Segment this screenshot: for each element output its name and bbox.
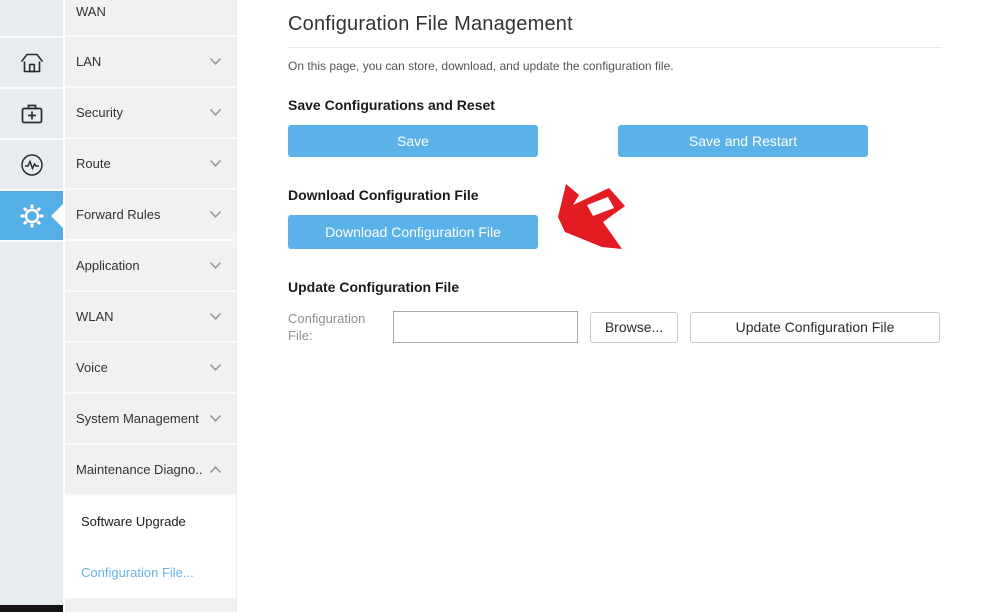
sidebar-item-label: Application <box>76 258 209 273</box>
sidebar-menu: WAN LAN Security Route Forward Rules App… <box>65 0 237 612</box>
save-buttons-row: Save Save and Restart <box>288 125 942 157</box>
rail-item-settings[interactable] <box>0 189 63 240</box>
chevron-down-icon <box>209 57 222 66</box>
download-configuration-file-button[interactable]: Download Configuration File <box>288 215 538 249</box>
sidebar-item-maintenance-diagnose[interactable]: Maintenance Diagno.. <box>65 445 236 496</box>
chevron-down-icon <box>209 363 222 372</box>
diagnose-gauge-icon <box>19 152 45 178</box>
sidebar-item-label: System Management <box>76 411 209 426</box>
sidebar-item-security[interactable]: Security <box>65 88 236 139</box>
button-gap <box>538 125 618 157</box>
rail-filler <box>0 240 63 603</box>
sidebar-subitem-software-upgrade[interactable]: Software Upgrade <box>65 496 236 547</box>
update-section-heading: Update Configuration File <box>288 279 942 295</box>
settings-gear-icon <box>19 203 45 229</box>
rail-bottom-black-bar <box>0 605 63 612</box>
configuration-file-input[interactable] <box>393 311 578 343</box>
selected-notch-triangle <box>51 204 63 228</box>
browse-button[interactable]: Browse... <box>590 312 678 343</box>
submenu-item-label: Configuration File... <box>81 565 194 580</box>
first-aid-kit-icon <box>19 102 45 126</box>
sidebar-item-forward-rules[interactable]: Forward Rules <box>65 190 236 241</box>
rail-top-spacer <box>0 0 63 36</box>
chevron-down-icon <box>209 312 222 321</box>
rail-item-diagnose-kit[interactable] <box>0 87 63 138</box>
sidebar-item-route[interactable]: Route <box>65 139 236 190</box>
sidebar-item-lan[interactable]: LAN <box>65 37 236 88</box>
sidebar-item-system-management[interactable]: System Management <box>65 394 236 445</box>
icon-rail <box>0 0 63 612</box>
page-title: Configuration File Management <box>288 13 942 36</box>
save-button[interactable]: Save <box>288 125 538 157</box>
sidebar-subitem-configuration-file[interactable]: Configuration File... <box>65 547 236 598</box>
chevron-down-icon <box>209 159 222 168</box>
router-admin-screen: WAN LAN Security Route Forward Rules App… <box>0 0 1000 612</box>
sidebar-item-voice[interactable]: Voice <box>65 343 236 394</box>
main-content: Configuration File Management On this pa… <box>237 0 1000 612</box>
chevron-down-icon <box>209 414 222 423</box>
rail-item-status-gauge[interactable] <box>0 138 63 189</box>
sidebar-item-application[interactable]: Application <box>65 241 236 292</box>
rail-item-home[interactable] <box>0 36 63 87</box>
page-description: On this page, you can store, download, a… <box>288 59 942 73</box>
save-section-heading: Save Configurations and Reset <box>288 97 942 113</box>
sidebar-item-label: Voice <box>76 360 209 375</box>
sidebar-item-label: Maintenance Diagno.. <box>76 462 209 477</box>
sidebar-item-wlan[interactable]: WLAN <box>65 292 236 343</box>
home-icon <box>19 51 45 75</box>
save-and-restart-button[interactable]: Save and Restart <box>618 125 868 157</box>
update-row: Configuration File: Browse... Update Con… <box>288 310 942 344</box>
maintenance-submenu: Software Upgrade Configuration File... <box>65 496 236 598</box>
sidebar-item-wan[interactable]: WAN <box>65 0 236 37</box>
sidebar-item-label: LAN <box>76 54 209 69</box>
title-divider <box>288 47 942 48</box>
configuration-file-label: Configuration File: <box>288 310 393 344</box>
sidebar-item-label: Route <box>76 156 209 171</box>
chevron-up-icon <box>209 465 222 474</box>
chevron-down-icon <box>209 210 222 219</box>
submenu-item-label: Software Upgrade <box>81 514 186 529</box>
sidebar-item-label: Security <box>76 105 209 120</box>
sidebar-item-label: WAN <box>76 4 222 19</box>
sidebar-item-label: WLAN <box>76 309 209 324</box>
red-arrow-annotation <box>546 179 630 261</box>
chevron-down-icon <box>209 108 222 117</box>
update-configuration-file-button[interactable]: Update Configuration File <box>690 312 940 343</box>
sidebar-item-label: Forward Rules <box>76 207 209 222</box>
chevron-down-icon <box>209 261 222 270</box>
